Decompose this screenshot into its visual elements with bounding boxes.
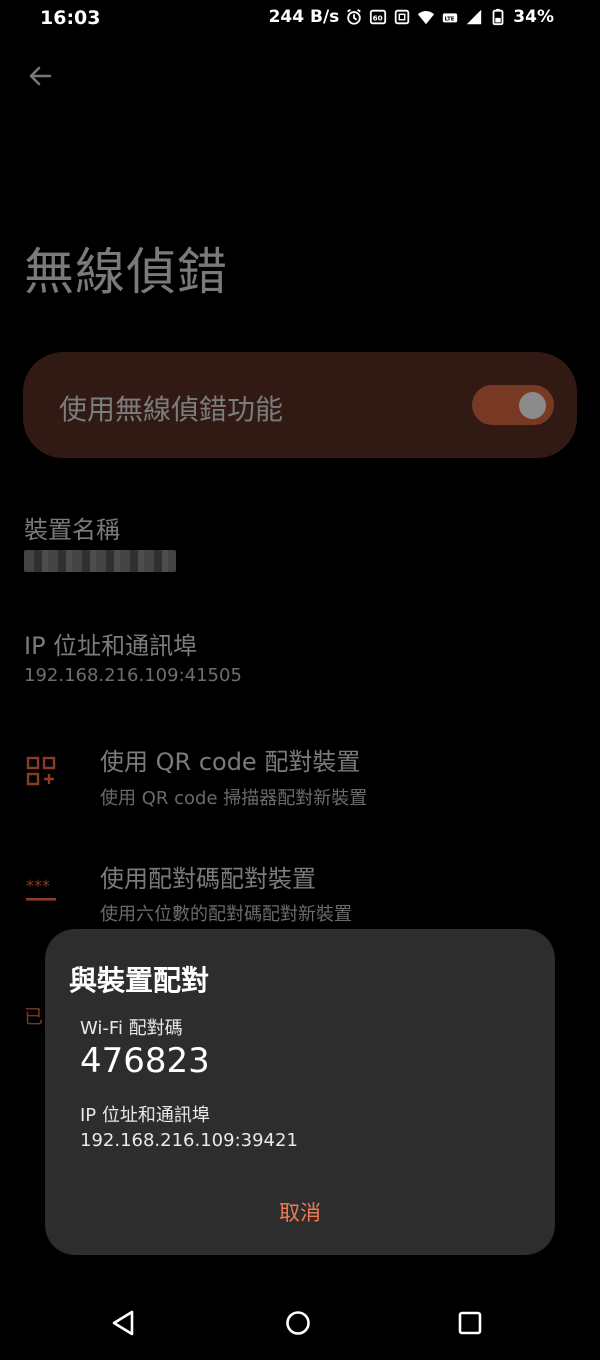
pair-qr-title: 使用 QR code 配對裝置 bbox=[100, 748, 361, 776]
svg-text:60: 60 bbox=[373, 14, 383, 23]
page-title: 無線偵錯 bbox=[24, 243, 228, 301]
password-icon: *** bbox=[26, 876, 56, 901]
hd-icon: 60 bbox=[370, 9, 387, 25]
wifi-icon bbox=[418, 11, 435, 25]
cancel-button[interactable]: 取消 bbox=[255, 1197, 345, 1231]
signal-icon bbox=[467, 9, 482, 25]
qr-code-icon bbox=[26, 756, 56, 786]
paired-devices-header: 已 bbox=[24, 1006, 44, 1028]
status-bar: 16:03 244 B/s 60 LTE 34% bbox=[0, 0, 600, 38]
pair-code-summary: 使用六位數的配對碼配對新裝置 bbox=[100, 904, 352, 925]
volte-icon: LTE bbox=[443, 13, 458, 23]
toggle-thumb bbox=[519, 392, 546, 419]
recents-nav-icon[interactable] bbox=[455, 1308, 485, 1338]
device-name-redacted bbox=[24, 550, 176, 572]
back-nav-icon[interactable] bbox=[108, 1308, 138, 1338]
svg-text:LTE: LTE bbox=[445, 17, 455, 23]
battery-percent: 34% bbox=[513, 7, 554, 27]
arrow-back-icon[interactable] bbox=[24, 60, 56, 92]
wifi-pairing-code-label: Wi-Fi 配對碼 bbox=[80, 1018, 183, 1039]
nfc-icon bbox=[395, 9, 410, 25]
main-switch-card[interactable]: 使用無線偵錯功能 bbox=[23, 352, 577, 458]
home-nav-icon[interactable] bbox=[283, 1308, 313, 1338]
alarm-icon bbox=[347, 9, 362, 25]
dialog-title: 與裝置配對 bbox=[69, 964, 210, 997]
status-icons: 244 B/s 60 LTE 34% bbox=[269, 7, 554, 27]
pair-qr-summary: 使用 QR code 掃描器配對新裝置 bbox=[100, 788, 368, 809]
ip-port-title: IP 位址和通訊埠 bbox=[24, 632, 198, 660]
pair-code-title: 使用配對碼配對裝置 bbox=[100, 865, 316, 893]
pairing-code: 476823 bbox=[80, 1041, 210, 1081]
svg-text:***: *** bbox=[26, 876, 50, 895]
ip-port-value: 192.168.216.109:41505 bbox=[24, 665, 242, 686]
net-speed: 244 B/s bbox=[268, 7, 340, 27]
wireless-debugging-toggle[interactable] bbox=[472, 385, 554, 425]
dialog-ip-label: IP 位址和通訊埠 bbox=[80, 1105, 210, 1126]
navigation-bar bbox=[0, 1290, 600, 1360]
battery-icon bbox=[492, 8, 504, 26]
pairing-dialog: 與裝置配對 Wi-Fi 配對碼 476823 IP 位址和通訊埠 192.168… bbox=[45, 929, 555, 1255]
dialog-ip-value: 192.168.216.109:39421 bbox=[80, 1130, 298, 1151]
status-time: 16:03 bbox=[40, 7, 101, 29]
main-switch-label: 使用無線偵錯功能 bbox=[59, 393, 284, 426]
device-name-title: 裝置名稱 bbox=[24, 516, 120, 544]
